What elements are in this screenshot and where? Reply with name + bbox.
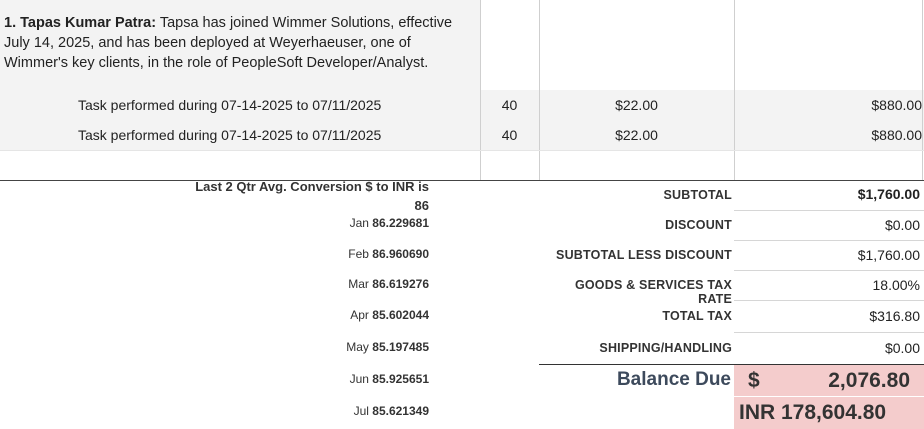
conversion-month: Jul xyxy=(353,404,369,418)
conversion-month-row: Jul 85.621349 xyxy=(200,404,429,418)
discount-value: $0.00 xyxy=(884,217,920,233)
row-divider xyxy=(0,150,924,151)
total-tax-label: TOTAL TAX xyxy=(662,309,732,323)
balance-due-amount: 2,076.80 xyxy=(828,369,910,392)
conversion-month-row: Feb 86.960690 xyxy=(200,247,429,261)
conversion-month: Jan xyxy=(349,216,369,230)
conversion-rate: 86.619276 xyxy=(372,277,429,291)
tax-rate-value: 18.00% xyxy=(872,277,920,293)
conversion-heading-line1: Last 2 Qtr Avg. Conversion $ to INR is xyxy=(195,179,429,194)
conversion-rate: 85.925651 xyxy=(372,372,429,386)
conversion-rate: 85.197485 xyxy=(372,340,429,354)
totals-divider xyxy=(734,332,924,333)
employee-name: 1. Tapas Kumar Patra: xyxy=(4,15,157,31)
balance-due-label: Balance Due xyxy=(616,369,731,390)
conversion-month: May xyxy=(346,340,369,354)
discount-label: DISCOUNT xyxy=(665,218,732,232)
line-item-task: Task performed during 07-14-2025 to 07/1… xyxy=(78,97,382,113)
subtotal-value: $1,760.00 xyxy=(857,186,920,202)
balance-due-inr-cell: INR 178,604.80 xyxy=(734,397,924,429)
line-item-amount: $880.00 xyxy=(871,127,922,143)
line-item-hours: 40 xyxy=(501,97,518,113)
totals-divider xyxy=(734,270,924,271)
conversion-heading-line2: 86 xyxy=(414,198,429,213)
conversion-month-row: May 85.197485 xyxy=(200,340,429,354)
column-divider xyxy=(922,0,923,180)
line-item-amount: $880.00 xyxy=(871,97,922,113)
conversion-month-row: Mar 86.619276 xyxy=(200,277,429,291)
conversion-heading: Last 2 Qtr Avg. Conversion $ to INR is 8… xyxy=(100,177,429,215)
conversion-month: Feb xyxy=(348,247,369,261)
conversion-month: Mar xyxy=(348,277,369,291)
line-item-task: Task performed during 07-14-2025 to 07/1… xyxy=(78,127,382,143)
balance-due-usd-cell: $ 2,076.80 xyxy=(734,365,924,396)
tax-rate-label: GOODS & SERVICES TAX RATE xyxy=(574,278,732,306)
line-item-rate: $22.00 xyxy=(615,97,658,113)
conversion-rate: 85.602044 xyxy=(372,308,429,322)
subtotal-less-discount-value: $1,760.00 xyxy=(857,247,920,263)
balance-due-inr: INR 178,604.80 xyxy=(739,401,887,424)
conversion-rate: 86.229681 xyxy=(372,216,429,230)
totals-divider xyxy=(734,300,924,301)
totals-divider xyxy=(734,240,924,241)
balance-currency-symbol: $ xyxy=(748,369,760,392)
item-description: 1. Tapas Kumar Patra: Tapsa has joined W… xyxy=(0,0,480,90)
subtotal-less-discount-label: SUBTOTAL LESS DISCOUNT xyxy=(556,248,732,262)
total-tax-value: $316.80 xyxy=(869,308,920,324)
line-item-rate: $22.00 xyxy=(615,127,658,143)
conversion-month-row: Apr 85.602044 xyxy=(200,308,429,322)
conversion-month-row: Jan 86.229681 xyxy=(200,216,429,230)
shipping-label: SHIPPING/HANDLING xyxy=(599,341,732,355)
totals-divider xyxy=(734,210,924,211)
conversion-month-row: Jun 85.925651 xyxy=(200,372,429,386)
shipping-value: $0.00 xyxy=(884,340,920,356)
conversion-rate: 85.621349 xyxy=(372,404,429,418)
conversion-rate: 86.960690 xyxy=(372,247,429,261)
description-row-empty-cells xyxy=(480,0,924,90)
subtotal-label: SUBTOTAL xyxy=(663,188,732,202)
line-item-hours: 40 xyxy=(501,127,518,143)
conversion-month: Apr xyxy=(350,308,369,322)
conversion-month: Jun xyxy=(349,372,369,386)
